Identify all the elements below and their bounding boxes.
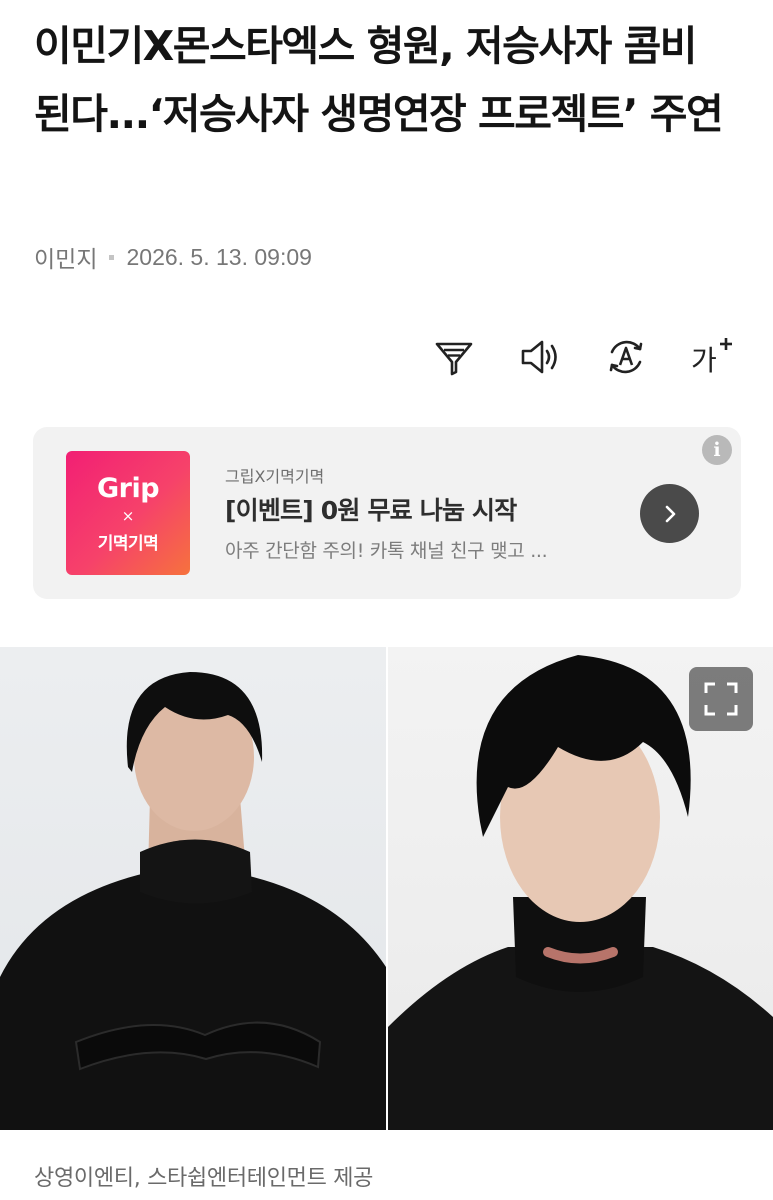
summary-filter-button[interactable] — [431, 334, 477, 380]
ad-open-button[interactable] — [640, 484, 699, 543]
fullscreen-icon — [704, 682, 738, 716]
chevron-right-icon — [665, 505, 675, 522]
listen-button[interactable] — [517, 334, 563, 380]
speaker-icon — [521, 340, 557, 374]
article-toolbar: 가 — [431, 334, 735, 380]
ad-logo: Grip × 기멱기멱 — [66, 451, 190, 575]
photo-actor-left — [0, 647, 386, 1130]
ad-logo-x: × — [121, 507, 135, 525]
publish-datetime: 2026. 5. 13. 09:09 — [126, 243, 312, 270]
ad-banner[interactable]: Grip × 기멱기멱 그립X기멱기멱 [이벤트] 0원 무료 나눔 시작 아주… — [33, 427, 741, 599]
translate-button[interactable] — [603, 334, 649, 380]
info-icon[interactable]: i — [702, 435, 732, 465]
photo-caption: 상영이엔티, 스타쉽엔터테인먼트 제공 — [34, 1166, 374, 1191]
expand-photo-button[interactable] — [689, 667, 753, 731]
byline: 이민지 2026. 5. 13. 09:09 — [34, 241, 312, 273]
ad-title[interactable]: [이벤트] 0원 무료 나눔 시작 — [225, 491, 517, 527]
article-headline: 이민기X몬스타엑스 형원, 저승사자 콤비 된다...‘저승사자 생명연장 프로… — [34, 22, 724, 138]
font-size-button[interactable]: 가 — [689, 334, 735, 380]
ad-sponsor: 그립X기멱기멱 — [225, 467, 325, 486]
article-photo[interactable] — [0, 647, 773, 1130]
ad-description: 아주 간단함 주의! 카톡 채널 친구 맺고 ... — [225, 540, 548, 562]
translate-icon — [609, 340, 643, 374]
ad-logo-grip: Grip — [96, 473, 160, 504]
portrait-illustration-left — [0, 672, 386, 1130]
font-size-icon: 가 — [691, 338, 732, 377]
font-size-glyph: 가 — [691, 344, 717, 377]
filter-icon — [435, 342, 473, 376]
author-name[interactable]: 이민지 — [34, 240, 97, 274]
separator-dot — [109, 254, 115, 260]
ad-logo-brand: 기멱기멱 — [97, 534, 159, 554]
